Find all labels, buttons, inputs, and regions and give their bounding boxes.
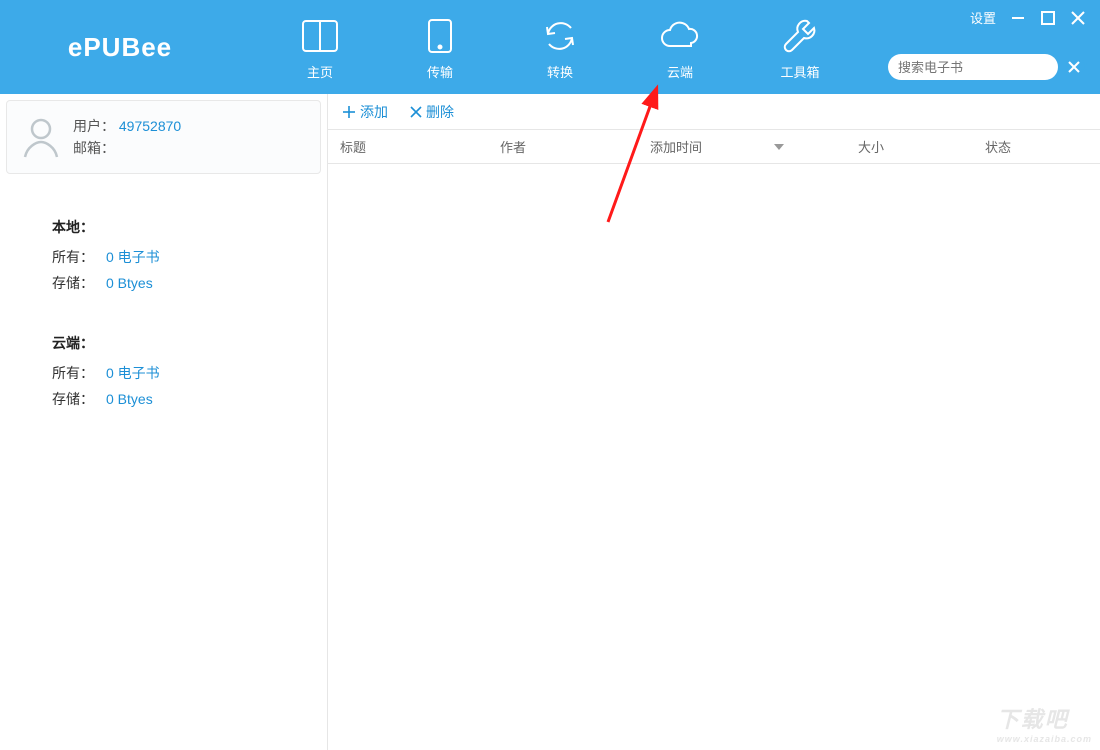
delete-button[interactable]: 删除 [410, 102, 454, 122]
search-input[interactable] [898, 60, 1074, 75]
minimize-button[interactable] [1010, 10, 1026, 26]
sidebar-stats: 本地： 所有：0 电子书 存储：0 Btyes 云端： 所有：0 电子书 存储：… [6, 174, 321, 446]
user-id-label: 用户： [73, 118, 115, 134]
nav-convert-label: 转换 [547, 62, 573, 81]
device-icon [425, 14, 455, 58]
app-logo: ePUBee [0, 0, 240, 94]
nav-convert[interactable]: 转换 [500, 0, 620, 94]
main-panel: 添加 删除 标题 作者 添加时间 大小 状态 [328, 94, 1100, 750]
user-avatar-icon [21, 115, 61, 159]
col-title[interactable]: 标题 [328, 130, 488, 163]
wrench-icon [781, 14, 819, 58]
search-clear-icon[interactable] [1068, 61, 1080, 73]
window-controls: 设置 [970, 8, 1086, 27]
sort-desc-icon [774, 144, 784, 150]
nav-tools-label: 工具箱 [780, 62, 819, 81]
app-header: ePUBee 主页 传输 [0, 0, 1100, 94]
add-button[interactable]: 添加 [342, 102, 388, 122]
cloud-icon [658, 14, 702, 58]
cloud-all-value[interactable]: 0 电子书 [106, 360, 160, 386]
search-row [888, 54, 1080, 80]
table-body [328, 164, 1100, 750]
cloud-all-label: 所有： [52, 360, 106, 386]
refresh-icon [541, 14, 579, 58]
app-body: 用户： 49752870 邮箱： 本地： 所有：0 电子书 存储：0 Btyes… [0, 94, 1100, 750]
local-storage-label: 存储： [52, 270, 106, 296]
cloud-stats: 云端： 所有：0 电子书 存储：0 Btyes [52, 330, 321, 412]
nav-home[interactable]: 主页 [260, 0, 380, 94]
cloud-storage-label: 存储： [52, 386, 106, 412]
search-box[interactable] [888, 54, 1058, 80]
local-title: 本地： [52, 214, 321, 240]
user-fields: 用户： 49752870 邮箱： [73, 115, 181, 159]
col-author[interactable]: 作者 [488, 130, 638, 163]
delete-label: 删除 [426, 102, 454, 122]
nav-home-label: 主页 [307, 62, 333, 81]
settings-link[interactable]: 设置 [970, 8, 996, 27]
cloud-title: 云端： [52, 330, 321, 356]
table-header: 标题 作者 添加时间 大小 状态 [328, 130, 1100, 164]
cloud-storage-value[interactable]: 0 Btyes [106, 386, 153, 412]
action-bar: 添加 删除 [328, 94, 1100, 130]
local-storage-value[interactable]: 0 Btyes [106, 270, 153, 296]
nav-cloud[interactable]: 云端 [620, 0, 740, 94]
col-status[interactable]: 状态 [896, 130, 1100, 163]
local-all-value[interactable]: 0 电子书 [106, 244, 160, 270]
x-icon [410, 106, 422, 118]
book-open-icon [299, 14, 341, 58]
maximize-button[interactable] [1040, 10, 1056, 26]
nav-transfer[interactable]: 传输 [380, 0, 500, 94]
add-label: 添加 [360, 102, 388, 122]
user-id-value[interactable]: 49752870 [119, 118, 181, 134]
nav-transfer-label: 传输 [427, 62, 453, 81]
col-added[interactable]: 添加时间 [638, 130, 796, 163]
local-all-label: 所有： [52, 244, 106, 270]
local-stats: 本地： 所有：0 电子书 存储：0 Btyes [52, 214, 321, 296]
user-email-label: 邮箱： [73, 140, 115, 156]
close-button[interactable] [1070, 10, 1086, 26]
col-size[interactable]: 大小 [796, 130, 896, 163]
nav-tools[interactable]: 工具箱 [740, 0, 860, 94]
sidebar: 用户： 49752870 邮箱： 本地： 所有：0 电子书 存储：0 Btyes… [0, 94, 328, 750]
col-added-label: 添加时间 [650, 137, 702, 156]
nav-cloud-label: 云端 [667, 62, 693, 81]
user-card: 用户： 49752870 邮箱： [6, 100, 321, 174]
plus-icon [342, 105, 356, 119]
